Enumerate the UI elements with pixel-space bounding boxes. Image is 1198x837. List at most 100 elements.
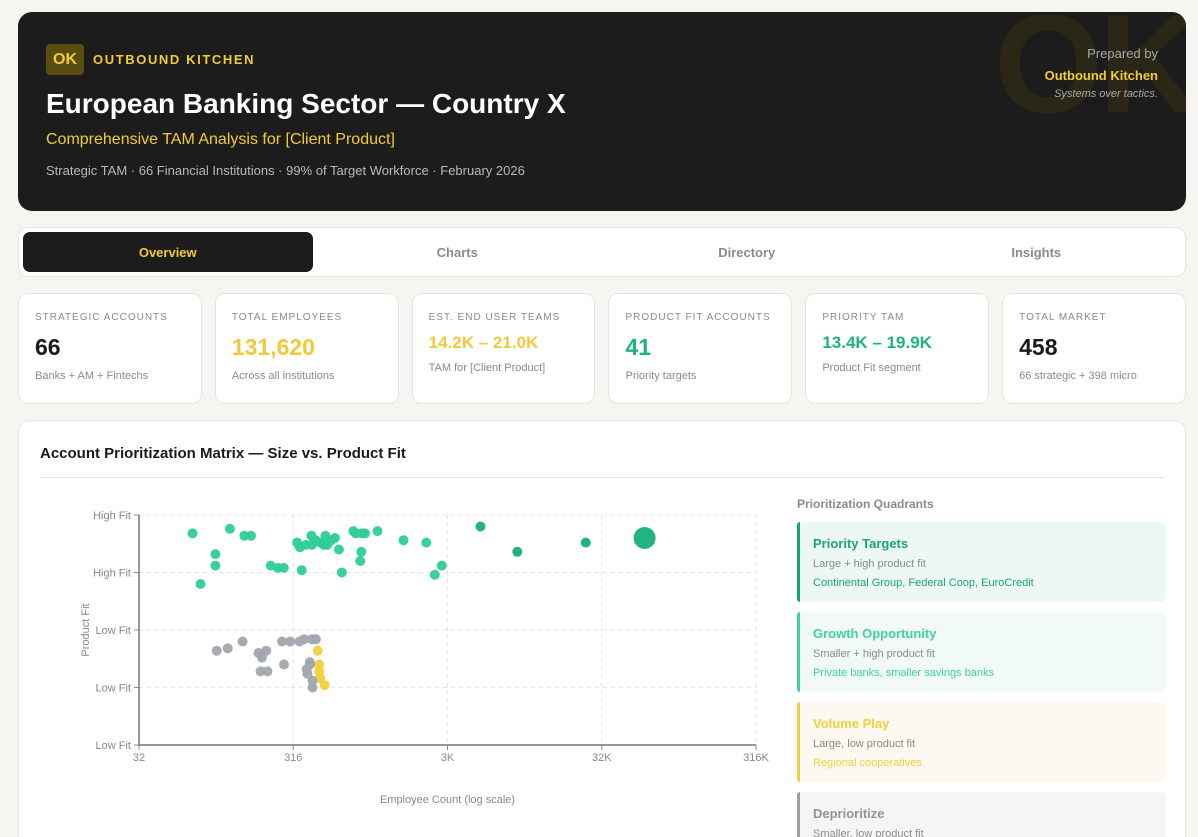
quadrant-desc: Smaller, low product fit [813,828,924,837]
tab-bar: Overview Charts Directory Insights [18,227,1186,277]
data-point [237,636,248,647]
x-tick-label: 32 [133,752,145,764]
data-point [195,579,206,589]
prepared-tagline: Systems over tactics. [1054,88,1158,100]
kpi-label: PRIORITY TAM [822,312,905,323]
brand: OK OUTBOUND KITCHEN [46,44,255,75]
quadrant-name: Volume Play [813,716,890,731]
kpi-row: STRATEGIC ACCOUNTS 66 Banks + AM + Finte… [18,293,1186,404]
data-point [222,643,233,654]
y-tick-label: High Fit [93,568,131,580]
data-point [187,528,198,539]
y-tick-label: Low Fit [96,683,131,695]
data-point [330,533,340,543]
kpi-label: STRATEGIC ACCOUNTS [35,312,168,323]
kpi-value: 13.4K – 19.9K [822,333,932,352]
brand-name: OUTBOUND KITCHEN [93,52,256,67]
tab-directory[interactable]: Directory [602,232,892,272]
kpi-sub: Banks + AM + Fintechs [35,370,149,382]
prepared-by: Prepared by Outbound Kitchen Systems ove… [1045,46,1158,100]
kpi-value: 131,620 [231,334,315,360]
tab-insights[interactable]: Insights [892,232,1182,272]
data-point [512,546,523,557]
data-point [436,560,447,571]
data-point [310,634,321,645]
kpi-value: 66 [35,334,61,360]
data-point [262,666,273,677]
data-point [319,680,330,691]
quadrant-volume-play: Volume Play Large, low product fit Regio… [797,702,1166,782]
quadrant-deprioritize: Deprioritize Smaller, low product fit [797,792,1166,837]
data-point [475,521,486,532]
kpi-strategic-accounts: STRATEGIC ACCOUNTS 66 Banks + AM + Finte… [18,293,202,404]
x-axis-label: Employee Count (log scale) [380,794,515,806]
kpi-value: 41 [625,334,652,360]
data-point [296,565,307,576]
quadrant-priority-targets: Priority Targets Large + high product fi… [797,522,1166,602]
data-point [279,659,289,670]
quadrant-desc: Large, low product fit [813,738,916,750]
quadrant-desc: Large + high product fit [813,558,926,570]
data-point [580,537,591,548]
quadrant-name: Deprioritize [813,806,885,821]
x-tick-label: 316K [743,752,769,764]
data-point [210,549,221,560]
data-point [429,569,440,580]
data-point [360,528,370,539]
data-point [278,562,289,573]
y-axis-label: Product Fit [80,603,92,656]
data-point [355,556,366,566]
kpi-sub: TAM for [Client Product] [428,362,546,374]
data-point [372,526,383,537]
scatter-chart: 32 316 3K 32K 316K High Fit High Fit Low Fit Low… [80,510,770,806]
prepared-org: Outbound Kitchen [1044,68,1158,83]
data-point [307,682,318,693]
data-point [211,645,222,656]
data-point [356,546,367,557]
kpi-sub: Priority targets [625,370,697,382]
tab-overview[interactable]: Overview [23,232,313,272]
data-point [633,527,656,549]
kpi-total-employees: TOTAL EMPLOYEES 131,620 Across all insti… [214,293,399,404]
data-point [210,560,221,571]
x-tick-label: 32K [592,752,612,764]
hero-header: OK OK OUTBOUND KITCHEN European Banking … [18,12,1186,211]
data-point [398,535,409,546]
x-tick-label: 3K [441,752,455,764]
quadrant-name: Priority Targets [813,536,909,551]
y-tick-label: Low Fit [96,625,131,637]
prioritization-matrix-panel: Account Prioritization Matrix — Size vs.… [18,420,1186,837]
quadrants-title: Prioritization Quadrants [797,497,934,511]
kpi-value: 458 [1019,334,1058,360]
y-tick-label: Low Fit [96,740,131,752]
quadrant-examples: Regional cooperatives [813,757,922,769]
kpi-label: TOTAL EMPLOYEES [231,312,343,323]
kpi-value: 14.2K – 21.0K [428,333,539,352]
y-tick-label: High Fit [93,510,131,522]
quadrant-growth-opportunity: Growth Opportunity Smaller + high produc… [797,612,1166,692]
kpi-label: PRODUCT FIT ACCOUNTS [625,312,771,323]
page-title: European Banking Sector — Country X [46,88,566,119]
logo-badge: OK [46,44,84,75]
data-point [261,645,272,656]
x-tick-label: 316 [284,752,302,764]
kpi-sub: Product Fit segment [822,362,921,374]
quadrant-desc: Smaller + high product fit [813,648,935,660]
data-point [333,544,344,555]
data-point [312,645,323,656]
data-point [305,659,316,670]
tab-charts[interactable]: Charts [313,232,603,272]
page-meta: Strategic TAM · 66 Financial Institution… [46,163,525,178]
kpi-total-market: TOTAL MARKET 458 66 strategic + 398 micr… [1002,293,1186,404]
page-subtitle: Comprehensive TAM Analysis for [Client P… [46,131,395,148]
kpi-sub: Across all institutions [231,370,335,382]
quadrant-examples: Private banks, smaller savings banks [813,667,994,679]
data-point [421,537,432,548]
kpi-end-user-teams: EST. END USER TEAMS 14.2K – 21.0K TAM fo… [411,293,596,404]
quadrant-examples: Continental Group, Federal Coop, EuroCre… [813,577,1034,589]
data-point [285,636,296,647]
prepared-label: Prepared by [1087,46,1158,61]
kpi-priority-tam: PRIORITY TAM 13.4K – 19.9K Product Fit s… [805,293,990,404]
kpi-label: EST. END USER TEAMS [428,312,561,323]
kpi-sub: 66 strategic + 398 micro [1019,370,1137,382]
